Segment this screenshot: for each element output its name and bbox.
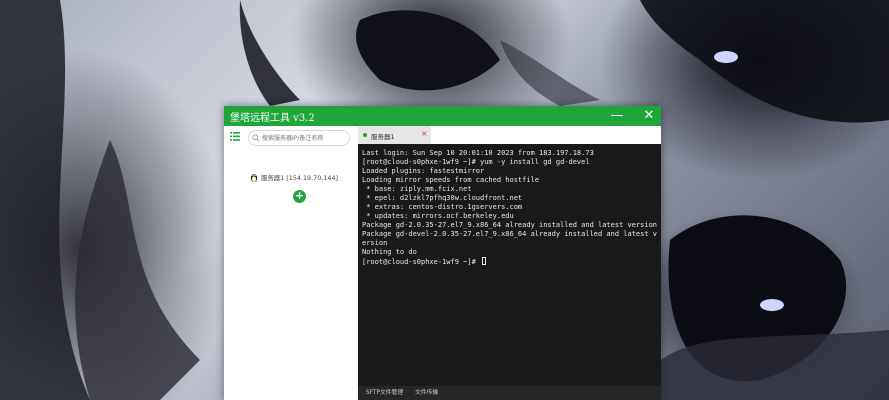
minimize-button[interactable]: — (607, 106, 627, 126)
terminal-line: * extras: centos-distro.1gservers.com (362, 203, 523, 211)
search-input[interactable] (262, 131, 346, 145)
terminal-line: * base: ziply.mm.fcix.net (362, 185, 472, 193)
tab-close-icon[interactable]: × (421, 129, 428, 138)
connection-status-dot (363, 133, 367, 137)
terminal-prompt-line: [root@cloud-s0phxe-1wf9 ~]# (362, 257, 657, 267)
terminal-prompt: [root@cloud-s0phxe-1wf9 ~]# (362, 258, 481, 266)
terminal-line: [root@cloud-s0phxe-1wf9 ~]# yum -y insta… (362, 158, 590, 166)
terminal-line: Nothing to do (362, 248, 417, 256)
search-box (248, 130, 350, 146)
close-button[interactable]: ✕ (639, 106, 659, 126)
search-icon (252, 134, 260, 142)
terminal-line: * epel: d2lzkl7pfhq30w.cloudfront.net (362, 194, 523, 202)
window-title: 堡塔远程工具 v3.2 (230, 113, 315, 124)
bottom-toolbar: SFTP文件管理 文件传输 (358, 386, 661, 400)
terminal-line: * updates: mirrors.ocf.berkeley.edu (362, 212, 514, 220)
file-transfer-button[interactable]: 文件传输 (415, 386, 438, 400)
server-label: 服务器1 [154.19.70.144] (261, 174, 339, 182)
sidebar: 服务器1 [154.19.70.144] + (224, 126, 359, 400)
sftp-file-manager-button[interactable]: SFTP文件管理 (366, 386, 403, 400)
terminal-line: Package gd-2.0.35-27.el7_9.x86_64 alread… (362, 221, 658, 229)
terminal-line: Loaded plugins: fastestmirror (362, 167, 485, 175)
terminal-line: Last login: Sun Sep 10 20:01:10 2023 fro… (362, 149, 594, 157)
tab-label: 服务器1 (371, 133, 395, 141)
terminal-cursor (482, 257, 487, 265)
tab-server1[interactable]: 服务器1 × (358, 126, 431, 144)
terminal-line: Package gd-devel-2.0.35-27.el7_9.x86_64 … (362, 230, 658, 238)
title-bar[interactable]: 堡塔远程工具 v3.2 — ✕ (224, 106, 661, 126)
linux-penguin-icon (250, 174, 258, 182)
terminal-line: ersion (362, 239, 388, 247)
add-server-button[interactable]: + (293, 190, 306, 203)
terminal-output[interactable]: Last login: Sun Sep 10 20:01:10 2023 fro… (358, 144, 661, 386)
tab-bar: 服务器1 × (358, 126, 661, 145)
app-window: 堡塔远程工具 v3.2 — ✕ 服务器1 [154.19.70.144 (224, 106, 661, 400)
list-icon[interactable] (230, 132, 240, 141)
terminal-line: Loading mirror speeds from cached hostfi… (362, 176, 540, 184)
